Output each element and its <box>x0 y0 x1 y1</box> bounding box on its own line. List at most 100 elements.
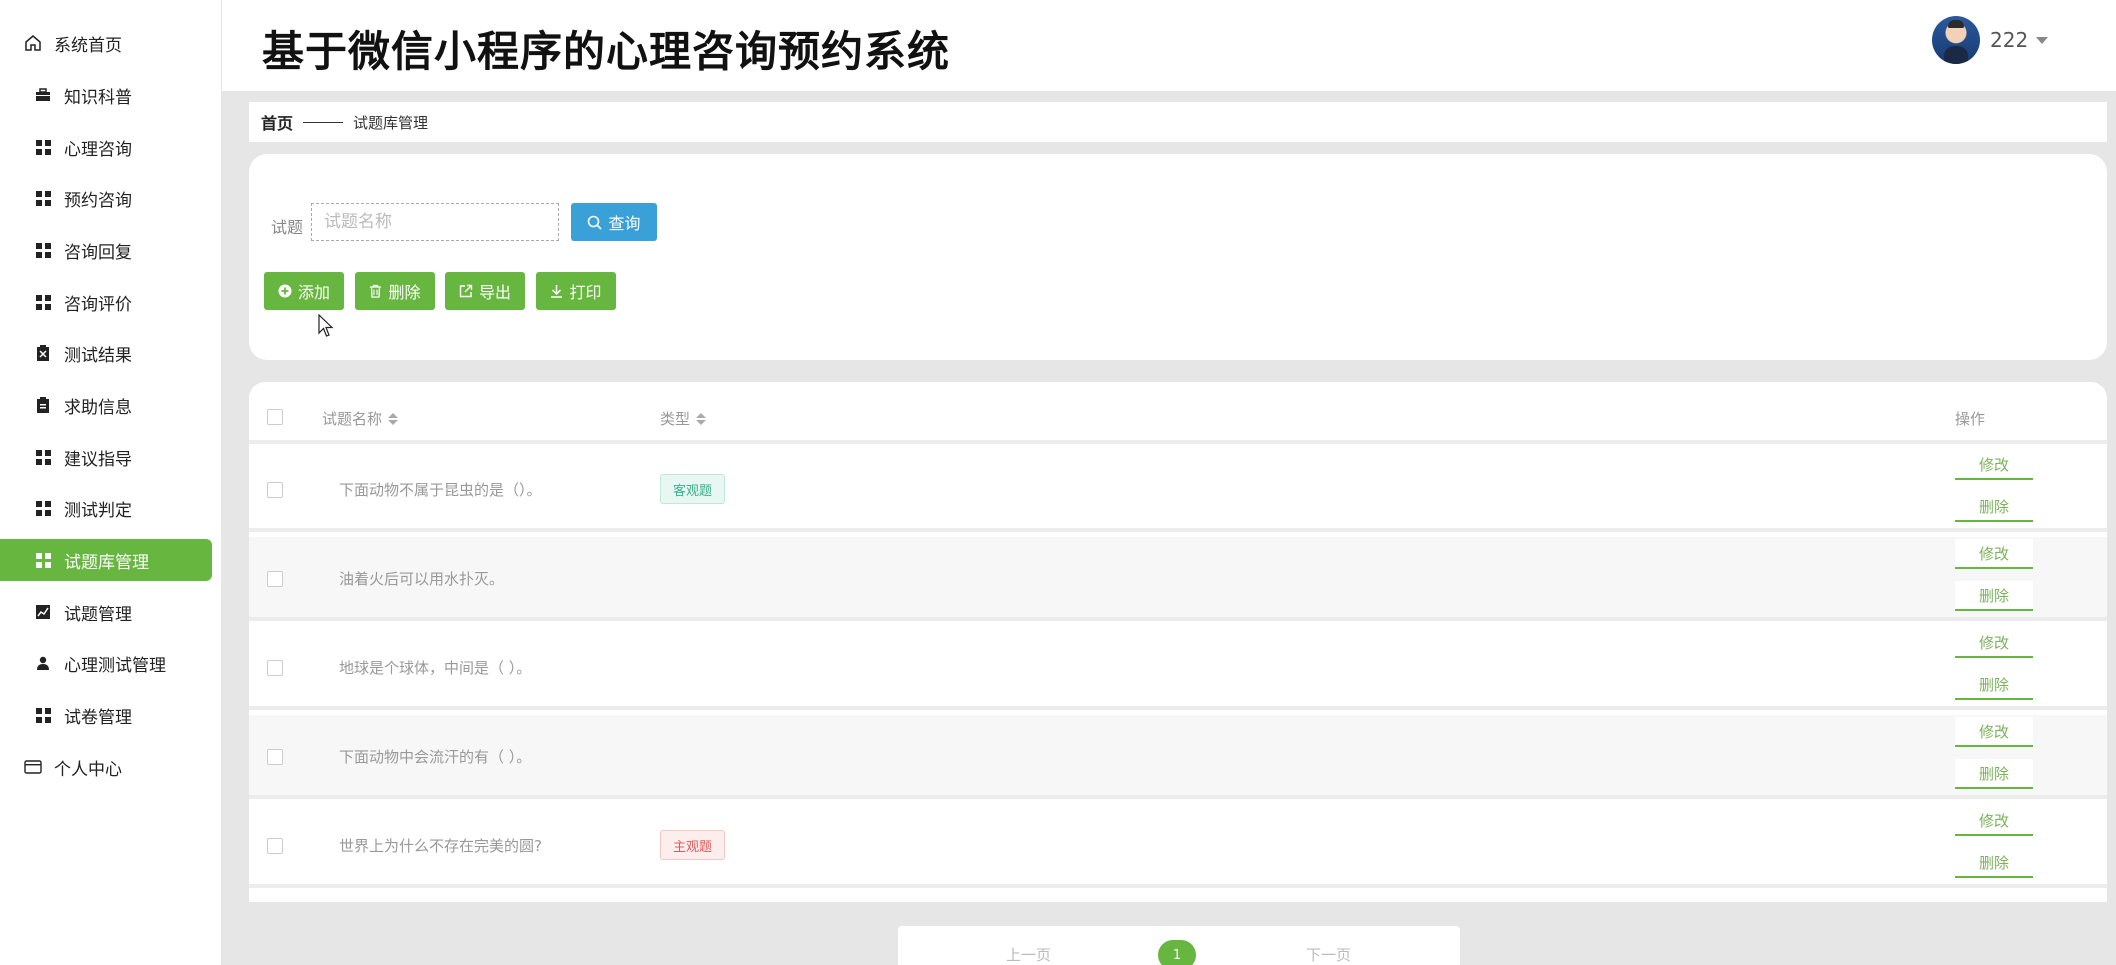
grid-icon <box>34 551 52 569</box>
header: 基于微信小程序的心理咨询预约系统 222 <box>222 0 2116 91</box>
sidebar-item-label: 试题库管理 <box>64 552 149 573</box>
type-tag: 主观题 <box>660 830 726 860</box>
grid-icon <box>34 241 52 259</box>
print-button-label: 打印 <box>569 283 602 302</box>
sort-icon <box>696 412 707 425</box>
edit-button[interactable]: 修改 <box>1955 806 2033 836</box>
row-delete-button[interactable]: 删除 <box>1955 759 2033 789</box>
pagination: 上一页 1 下一页 <box>898 926 1460 965</box>
sidebar-item-label: 系统首页 <box>54 35 122 56</box>
table-header: 试题名称 类型 操作 <box>249 382 2107 444</box>
search-icon <box>587 215 603 230</box>
row-delete-button[interactable]: 删除 <box>1955 670 2033 700</box>
sidebar-item-review[interactable]: 咨询评价 <box>0 281 212 323</box>
export-icon <box>459 284 473 298</box>
export-button-label: 导出 <box>478 283 511 302</box>
plus-circle-icon <box>278 284 292 298</box>
sidebar-item-advice[interactable]: 建议指导 <box>0 436 212 478</box>
question-name: 油着火后可以用水扑灭。 <box>339 570 505 588</box>
sidebar-item-label: 建议指导 <box>64 449 132 470</box>
clipboard-icon <box>34 396 52 414</box>
row-checkbox[interactable] <box>267 482 283 498</box>
avatar <box>1932 16 1980 64</box>
page-number[interactable]: 1 <box>1158 940 1196 965</box>
app-title: 基于微信小程序的心理咨询预约系统 <box>262 27 951 76</box>
table-row: 油着火后可以用水扑灭。 修改 删除 <box>249 537 2107 621</box>
sidebar-item-home[interactable]: 系统首页 <box>0 22 212 64</box>
sidebar-item-help[interactable]: 求助信息 <box>0 384 212 426</box>
header-name-label: 试题名称 <box>322 410 383 428</box>
edit-button[interactable]: 修改 <box>1955 717 2033 747</box>
question-name: 地球是个球体，中间是（ ）。 <box>339 659 532 677</box>
search-input[interactable] <box>311 203 559 241</box>
sidebar: 系统首页 知识科普 心理咨询 预约咨询 咨询回复 咨询评价 测试结果 求助信息 … <box>0 0 222 965</box>
breadcrumb-separator <box>303 121 344 123</box>
delete-button[interactable]: 删除 <box>355 272 435 310</box>
next-page-button[interactable]: 下一页 <box>1306 944 1351 965</box>
sidebar-item-psych-test[interactable]: 心理测试管理 <box>0 642 212 684</box>
sidebar-item-label: 求助信息 <box>64 397 132 418</box>
breadcrumb-home[interactable]: 首页 <box>261 110 293 134</box>
sidebar-item-label: 试题管理 <box>64 604 132 625</box>
sidebar-item-questions[interactable]: 试题管理 <box>0 591 212 633</box>
briefcase-icon <box>34 86 52 104</box>
sidebar-item-label: 咨询回复 <box>64 242 132 263</box>
sidebar-item-consult[interactable]: 心理咨询 <box>0 126 212 168</box>
sidebar-item-label: 测试结果 <box>64 345 132 366</box>
row-checkbox[interactable] <box>267 660 283 676</box>
header-actions: 操作 <box>1955 410 1986 428</box>
sidebar-item-appointment[interactable]: 预约咨询 <box>0 177 212 219</box>
select-all-checkbox[interactable] <box>267 409 283 425</box>
sidebar-item-label: 试卷管理 <box>64 707 132 728</box>
sidebar-item-knowledge[interactable]: 知识科普 <box>0 74 212 116</box>
user-name: 222 <box>1990 28 2029 52</box>
grid-icon <box>34 499 52 517</box>
sidebar-item-label: 心理测试管理 <box>64 655 166 676</box>
grid-icon <box>34 138 52 156</box>
print-button[interactable]: 打印 <box>536 272 616 310</box>
row-checkbox[interactable] <box>267 571 283 587</box>
sidebar-item-question-bank[interactable]: 试题库管理 <box>0 539 212 581</box>
question-table: 试题名称 类型 操作 下面动物不属于昆虫的是（）。 客观题 修改 删除 油着火后… <box>249 382 2107 902</box>
sidebar-item-test-result[interactable]: 测试结果 <box>0 332 212 374</box>
header-type-label: 类型 <box>660 410 691 428</box>
chart-icon <box>34 603 52 621</box>
add-button[interactable]: 添加 <box>264 272 344 310</box>
edit-button[interactable]: 修改 <box>1955 628 2033 658</box>
user-menu[interactable]: 222 <box>1932 16 2049 64</box>
row-checkbox[interactable] <box>267 749 283 765</box>
question-name: 下面动物不属于昆虫的是（）。 <box>339 481 542 499</box>
header-name[interactable]: 试题名称 <box>322 408 399 429</box>
sidebar-item-paper[interactable]: 试卷管理 <box>0 694 212 736</box>
grid-icon <box>34 448 52 466</box>
export-button[interactable]: 导出 <box>445 272 525 310</box>
sidebar-item-reply[interactable]: 咨询回复 <box>0 229 212 271</box>
query-button-label: 查询 <box>608 214 641 233</box>
add-button-label: 添加 <box>297 283 330 302</box>
grid-icon <box>34 293 52 311</box>
sidebar-item-label: 知识科普 <box>64 87 132 108</box>
row-checkbox[interactable] <box>267 838 283 854</box>
prev-page-button[interactable]: 上一页 <box>1006 944 1051 965</box>
header-type[interactable]: 类型 <box>660 408 707 429</box>
type-tag: 客观题 <box>660 474 726 504</box>
row-delete-button[interactable]: 删除 <box>1955 848 2033 878</box>
row-delete-button[interactable]: 删除 <box>1955 492 2033 522</box>
row-delete-button[interactable]: 删除 <box>1955 581 2033 611</box>
breadcrumb: 首页 试题库管理 <box>249 102 2107 142</box>
trash-icon <box>369 284 382 298</box>
sidebar-item-label: 测试判定 <box>64 500 132 521</box>
home-icon <box>24 34 42 52</box>
edit-button[interactable]: 修改 <box>1955 539 2033 569</box>
search-panel: 试题 查询 添加 删除 导出 打印 <box>249 154 2107 360</box>
edit-button[interactable]: 修改 <box>1955 450 2033 480</box>
clipboard-x-icon <box>34 344 52 362</box>
query-button[interactable]: 查询 <box>571 203 657 241</box>
sidebar-item-judgement[interactable]: 测试判定 <box>0 487 212 529</box>
sidebar-item-label: 咨询评价 <box>64 294 132 315</box>
sidebar-item-profile[interactable]: 个人中心 <box>0 746 212 788</box>
delete-button-label: 删除 <box>388 283 421 302</box>
download-icon <box>550 284 563 298</box>
table-row: 世界上为什么不存在完美的圆? 主观题 修改 删除 <box>249 804 2107 888</box>
mouse-cursor-icon <box>318 314 334 337</box>
